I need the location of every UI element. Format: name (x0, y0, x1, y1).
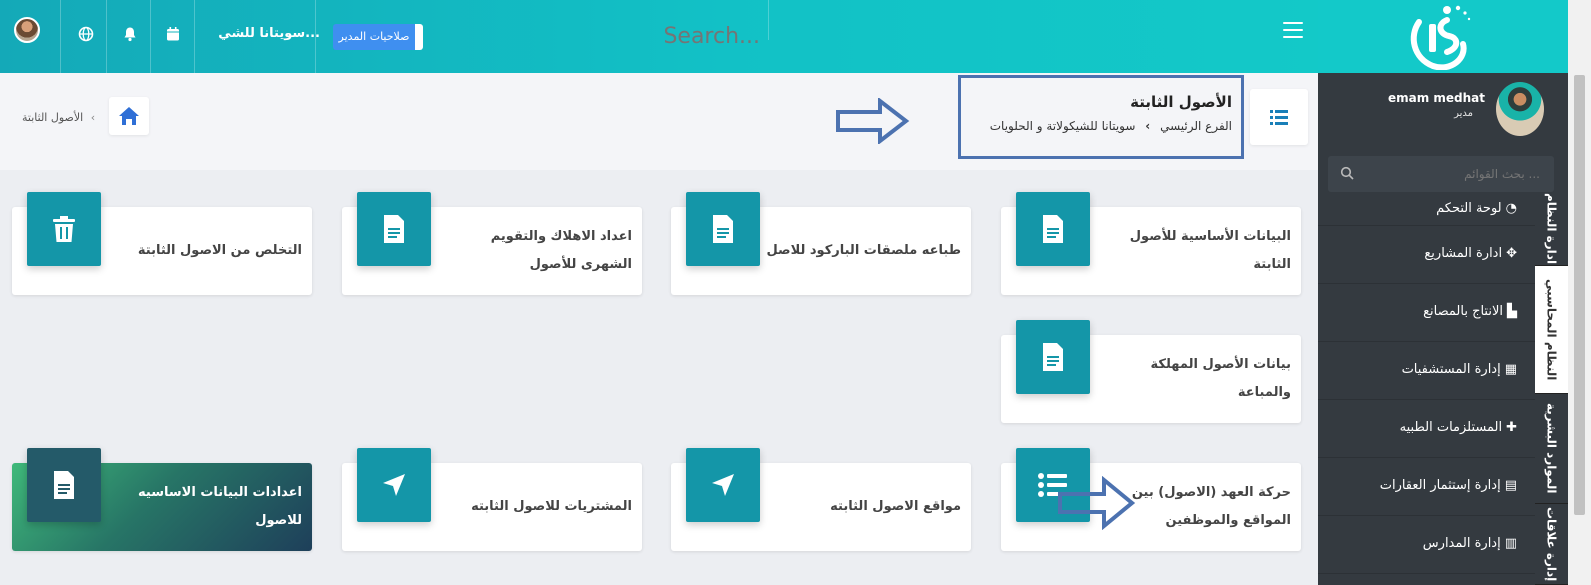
factory-icon: ▙ (1507, 304, 1517, 319)
menu-toggle-button[interactable] (1283, 22, 1303, 40)
admin-permissions-button[interactable]: صلاحيات المدير (333, 24, 423, 50)
document-icon (357, 192, 431, 266)
sidebar-item-label: إدارة إستثمار العقارات (1379, 478, 1501, 493)
divider (194, 0, 195, 73)
company-name[interactable]: سويتانا للشيكولاتة و الحلويات (990, 119, 1136, 133)
sidebar-item-label: إدارة المستشفيات (1401, 362, 1501, 377)
sidebar-item-label: لوحة التحكم (1436, 201, 1502, 216)
list-icon (1270, 110, 1288, 125)
sidebar-item-real-estate[interactable]: ▤ إدارة إستثمار العقارات (1318, 458, 1535, 516)
trash-icon (27, 192, 101, 266)
sidebar-menu: ◔ لوحة التحكم ✥ ادارة المشاريع ▙ الانتاج با… (1318, 192, 1535, 574)
company-breadcrumb: الفرع الرئيسي › سويتانا للشيكولاتة و الح… (970, 119, 1232, 133)
document-icon (27, 448, 101, 522)
tab-system-management[interactable]: ادارة النظام (1535, 192, 1568, 266)
divider (150, 0, 151, 73)
home-button[interactable] (109, 97, 149, 135)
branch-name[interactable]: الفرع الرئيسي (1160, 119, 1232, 133)
user-avatar[interactable] (14, 17, 40, 43)
hospital-icon: ▦ (1504, 362, 1517, 377)
calendar-icon[interactable] (165, 26, 181, 42)
breadcrumb: الأصول الثابتة ‹ (22, 111, 95, 124)
sidebar-item-dashboard[interactable]: ◔ لوحة التحكم (1318, 192, 1535, 226)
document-icon (1016, 320, 1090, 394)
handshake-icon: ✥ (1506, 246, 1517, 261)
annotation-arrow (836, 98, 910, 144)
divider (60, 0, 61, 73)
sidebar-item-factories[interactable]: ▙ الانتاج بالمصانع (1318, 284, 1535, 342)
sidebar-item-hospitals[interactable]: ▦ إدارة المستشفيات (1318, 342, 1535, 400)
school-icon: ▥ (1504, 536, 1517, 551)
tab-accounting-system[interactable]: النظام المحاسبي (1535, 266, 1568, 394)
sidebar-item-label: إدارة المدارس (1422, 536, 1501, 551)
sidebar-item-medical-supplies[interactable]: ✚ المستلزمات الطبيه (1318, 400, 1535, 458)
vertical-tabs: ادارة النظام النظام المحاسبي الموارد الب… (1535, 192, 1568, 585)
highlight-box (958, 75, 1244, 159)
company-switcher[interactable]: سويتانا للشي... (210, 26, 320, 41)
chevron-left-icon: › (1145, 119, 1151, 133)
card-label: اعدادات البيانات الاساسيه للاصول (138, 485, 302, 528)
search-input[interactable] (560, 20, 760, 54)
brand-logo[interactable] (1403, 2, 1477, 71)
user-role: مدير (1454, 108, 1473, 119)
sidebar-item-label: ادارة المشاريع (1424, 246, 1503, 261)
page-title: الأصول الثابتة (1130, 93, 1232, 111)
globe-icon[interactable] (78, 26, 94, 42)
sidebar-item-label: المستلزمات الطبيه (1399, 420, 1503, 435)
card-label: البيانات الأساسية للأصول الثابتة (1129, 229, 1291, 272)
divider (106, 0, 107, 73)
tab-human-resources[interactable]: الموارد البشرية (1535, 394, 1568, 504)
document-icon (686, 192, 760, 266)
home-icon (119, 107, 139, 125)
medkit-icon: ✚ (1506, 420, 1517, 435)
divider (315, 0, 316, 73)
card-label: بيانات الأصول المهلكة والمباعة (1150, 357, 1291, 400)
sidebar-item-projects[interactable]: ✥ ادارة المشاريع (1318, 226, 1535, 284)
sidebar-item-schools[interactable]: ▥ إدارة المدارس (1318, 516, 1535, 574)
sidebar-item-label: الانتاج بالمصانع (1423, 304, 1503, 319)
divider (768, 0, 769, 40)
list-view-button[interactable] (1250, 89, 1308, 145)
search-icon (1340, 166, 1354, 180)
location-arrow-icon (686, 448, 760, 522)
annotation-arrow (1058, 476, 1136, 530)
document-icon (1016, 192, 1090, 266)
building-icon: ▤ (1504, 478, 1517, 493)
chevron-left-icon: ‹ (90, 111, 96, 124)
profile-avatar[interactable] (1496, 82, 1544, 136)
bell-icon[interactable] (122, 26, 138, 42)
card-label: المشتريات للاصول الثابته (471, 499, 632, 514)
location-arrow-icon (357, 448, 431, 522)
dashboard-icon: ◔ (1505, 201, 1517, 216)
card-label: اعداد الاهلاك والتقويم الشهرى للأصول (490, 229, 632, 272)
user-name: emam medhat (1387, 91, 1485, 105)
breadcrumb-current: الأصول الثابتة (22, 111, 84, 124)
card-label: التخلص من الاصول الثابتة (137, 243, 302, 258)
tab-relations-management[interactable]: إدارة علاقات (1535, 504, 1568, 585)
scrollbar-thumb[interactable] (1574, 75, 1585, 515)
menu-search-input[interactable] (1328, 156, 1554, 192)
card-label: مواقع الاصول الثابته (830, 499, 961, 514)
card-label: طباعه ملصقات الباركود للاصل (766, 243, 961, 258)
